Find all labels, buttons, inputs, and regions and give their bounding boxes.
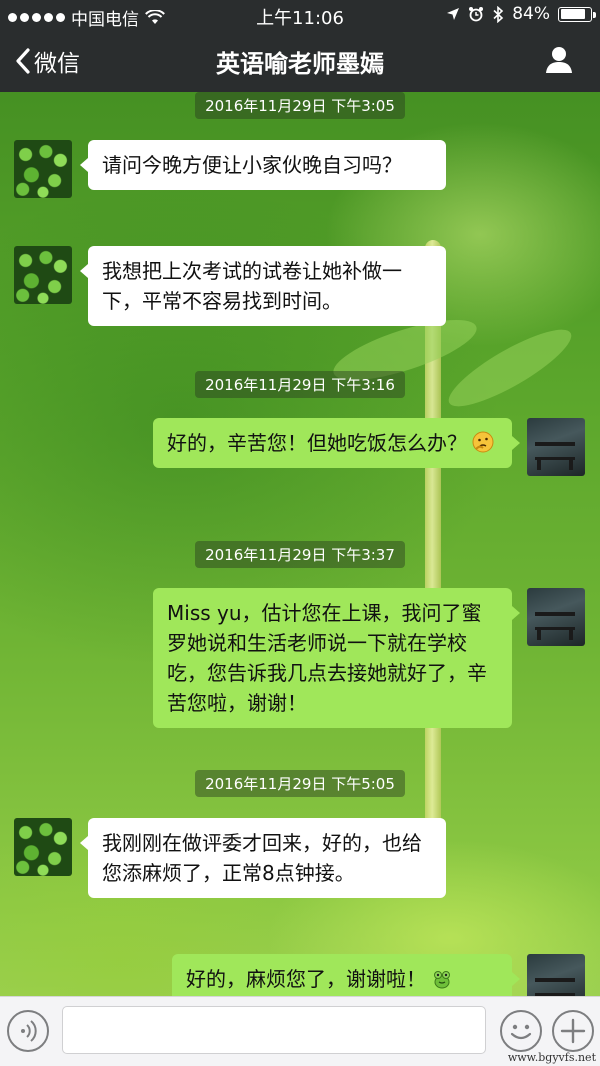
contact-avatar[interactable] [14, 140, 72, 198]
message-timestamp: 2016年11月29日 下午3:37 [0, 541, 600, 568]
outgoing-message-bubble[interactable]: 好的，辛苦您！但她吃饭怎么办？ [153, 418, 520, 468]
watermark: www.bgyvfs.net [507, 1051, 596, 1064]
incoming-message-bubble[interactable]: 请问今晚方便让小家伙晚自习吗？ [80, 140, 446, 190]
message-timestamp: 2016年11月29日 下午3:05 [0, 92, 600, 119]
frog-emoji-icon [434, 971, 450, 989]
voice-input-button[interactable] [7, 1010, 49, 1052]
chat-input-bar: www.bgyvfs.net [0, 996, 600, 1066]
thinking-face-emoji-icon [472, 431, 494, 453]
alarm-clock-icon [469, 7, 484, 22]
message-timestamp: 2016年11月29日 下午5:05 [0, 770, 600, 797]
message-timestamp: 2016年11月29日 下午3:16 [0, 371, 600, 398]
battery-icon [558, 6, 596, 22]
nav-bar: 微信 英语喻老师墨嫣 [0, 30, 600, 92]
chat-title: 英语喻老师墨嫣 [216, 50, 384, 78]
battery-level-fill [560, 9, 585, 19]
outgoing-message-bubble[interactable]: Miss yu，估计您在上课，我问了蜜罗她说和生活老师说一下就在学校吃，您告诉我… [153, 588, 520, 728]
location-arrow-icon [447, 8, 460, 20]
contact-avatar[interactable] [14, 818, 72, 876]
my-avatar[interactable] [527, 588, 585, 646]
voice-icon [21, 1020, 37, 1042]
emoji-button[interactable] [500, 1010, 542, 1052]
status-bar: 中国电信 上午11:06 84% [0, 0, 600, 30]
person-icon [546, 47, 572, 73]
smiley-face-icon [510, 1024, 532, 1040]
chat-info-button[interactable] [544, 45, 574, 79]
plus-icon [560, 1018, 586, 1044]
battery-percentage: 84% [512, 4, 550, 24]
contact-avatar[interactable] [14, 246, 72, 304]
incoming-message-bubble[interactable]: 我想把上次考试的试卷让她补做一下，平常不容易找到时间。 [80, 246, 446, 326]
incoming-message-bubble[interactable]: 我刚刚在做评委才回来，好的，也给您添麻烦了，正常8点钟接。 [80, 818, 446, 898]
message-text-input[interactable] [62, 1006, 486, 1054]
more-options-button[interactable] [552, 1010, 594, 1052]
my-avatar[interactable] [527, 418, 585, 476]
bluetooth-icon [493, 5, 504, 23]
